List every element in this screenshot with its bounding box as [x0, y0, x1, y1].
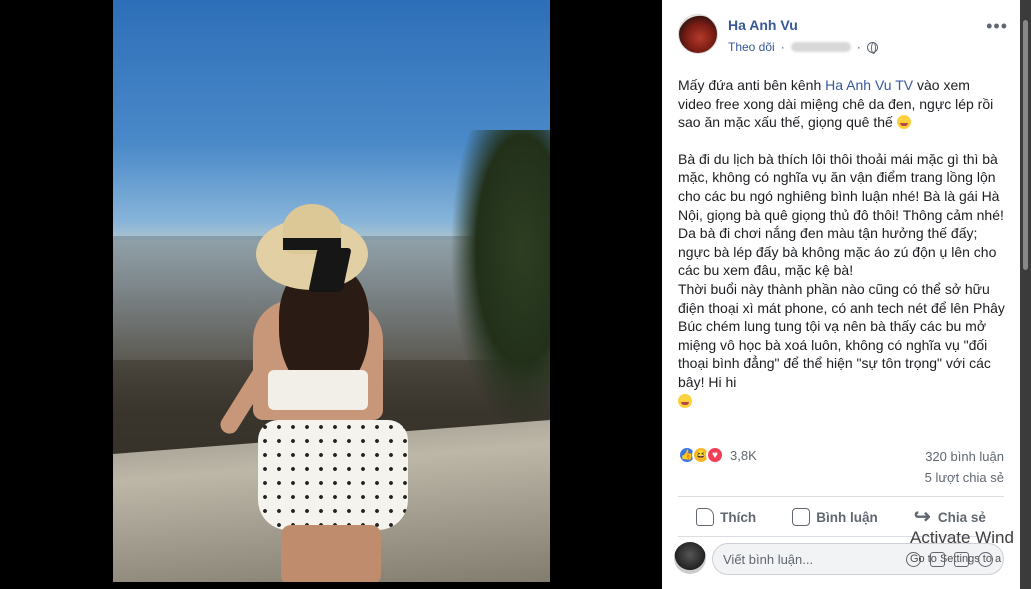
activate-windows-subtext: Go to Settings to a: [910, 553, 1002, 565]
photo-viewer: [0, 0, 660, 589]
post-text: Mấy đứa anti bên kênh Ha Anh Vu TV vào x…: [678, 76, 1006, 428]
reaction-summary[interactable]: 👍 😆 ♥ 3,8K: [678, 446, 757, 464]
grin-emoji-icon: [678, 393, 692, 408]
follow-row: Theo dõi · ·: [728, 40, 878, 54]
scrollbar-thumb[interactable]: [1023, 20, 1028, 270]
post-body: Bà đi du lịch bà thích lôi thôi thoải má…: [678, 150, 1006, 410]
share-button[interactable]: Chia sẻ: [914, 504, 986, 529]
legs: [281, 525, 381, 582]
scrollbar[interactable]: [1020, 0, 1031, 589]
comment-button[interactable]: Bình luận: [792, 508, 878, 526]
love-reaction-icon: ♥: [706, 446, 724, 464]
body-text: Bà đi du lịch bà thích lôi thôi thoải má…: [678, 150, 1005, 390]
engagement-stats: 320 bình luận 5 lượt chia sẻ: [925, 446, 1004, 488]
tongue-emoji-icon: [896, 115, 911, 130]
more-options-icon[interactable]: •••: [986, 16, 1008, 37]
intro-text: Mấy đứa anti bên kênh: [678, 77, 826, 93]
separator: ·: [856, 40, 861, 54]
author-name[interactable]: Ha Anh Vu: [728, 17, 798, 33]
share-label: Chia sẻ: [937, 509, 986, 525]
post-photo[interactable]: [113, 0, 550, 582]
comment-count[interactable]: 320 bình luận: [925, 446, 1004, 467]
post-intro: Mấy đứa anti bên kênh Ha Anh Vu TV vào x…: [678, 76, 1006, 132]
post-timestamp[interactable]: [790, 42, 851, 52]
reaction-count: 3,8K: [730, 447, 757, 463]
comment-bubble-icon: [792, 508, 811, 526]
separator: ·: [780, 40, 785, 54]
lace-top: [268, 370, 368, 410]
thumbs-up-icon: [696, 508, 715, 526]
author-avatar[interactable]: [678, 14, 718, 54]
activate-windows-watermark: Activate Wind: [910, 528, 1014, 547]
post-panel: Ha Anh Vu Theo dõi · · ••• Mấy đứa anti …: [662, 0, 1020, 589]
like-label: Thích: [720, 509, 757, 525]
trees: [450, 130, 550, 430]
share-count[interactable]: 5 lượt chia sẻ: [925, 467, 1004, 488]
post-header: Ha Anh Vu Theo dõi · · •••: [678, 14, 1008, 58]
viewer-avatar: [674, 542, 706, 574]
follow-link[interactable]: Theo dõi: [728, 40, 775, 54]
comment-placeholder: Viết bình luận...: [723, 551, 814, 567]
comment-label: Bình luận: [816, 509, 878, 525]
like-button[interactable]: Thích: [696, 508, 756, 526]
globe-icon: [866, 41, 878, 54]
channel-link[interactable]: Ha Anh Vu TV: [825, 77, 913, 93]
share-arrow-icon: [914, 504, 932, 529]
polka-dot-skirt: [258, 420, 408, 530]
divider: [678, 496, 1004, 497]
